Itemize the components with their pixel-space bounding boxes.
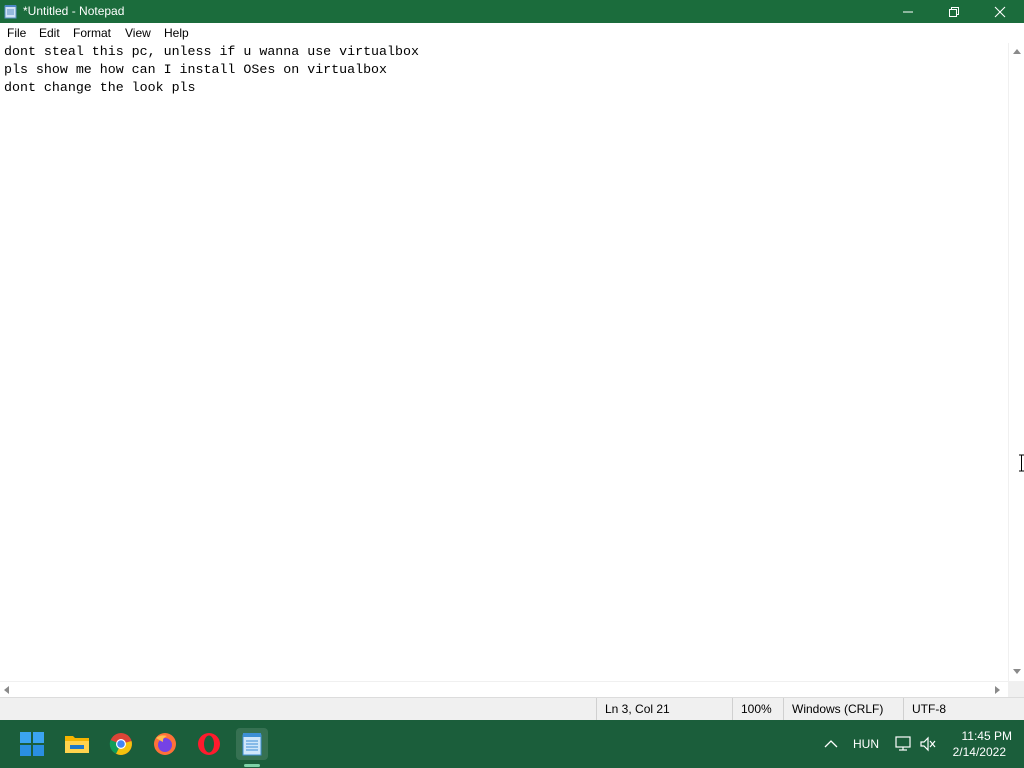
scroll-left-arrow-icon[interactable]: [4, 686, 9, 694]
input-language-indicator[interactable]: HUN: [853, 737, 879, 751]
text-editor[interactable]: dont steal this pc, unless if u wanna us…: [0, 43, 1008, 681]
text-line: dont change the look pls: [4, 80, 196, 95]
windows-logo-icon: [20, 732, 44, 756]
notepad-app-icon: [4, 5, 17, 19]
status-bar: Ln 3, Col 21 100% Windows (CRLF) UTF-8: [0, 697, 1024, 720]
clock-time[interactable]: 11:45 PM: [946, 729, 1012, 744]
notepad-taskbar-button[interactable]: [236, 728, 268, 760]
text-cursor-icon: [1019, 454, 1024, 472]
volume-muted-icon[interactable]: [918, 734, 938, 754]
text-line: pls show me how can I install OSes on vi…: [4, 62, 388, 77]
close-button[interactable]: [977, 0, 1023, 23]
menu-help[interactable]: Help: [164, 26, 189, 40]
show-hidden-icons-chevron-icon[interactable]: [822, 734, 840, 754]
scroll-right-arrow-icon[interactable]: [995, 686, 1000, 694]
network-icon[interactable]: [893, 734, 913, 754]
chrome-icon: [109, 733, 132, 755]
menu-format[interactable]: Format: [73, 26, 111, 40]
file-explorer-button[interactable]: [61, 728, 93, 760]
active-app-indicator: [244, 764, 260, 767]
start-button[interactable]: [16, 728, 48, 760]
desktop-screen: *Untitled - Notepad File Edit Format Vie…: [0, 0, 1024, 768]
vertical-scrollbar[interactable]: [1008, 43, 1024, 681]
status-line-ending: Windows (CRLF): [783, 698, 903, 720]
text-line: dont steal this pc, unless if u wanna us…: [4, 44, 419, 59]
opera-button[interactable]: [193, 728, 225, 760]
taskbar: HUN 11:45 PM 2/14/2022: [0, 720, 1024, 768]
menu-edit[interactable]: Edit: [39, 26, 60, 40]
status-encoding: UTF-8: [903, 698, 1024, 720]
scroll-down-arrow-icon[interactable]: [1013, 669, 1021, 674]
restore-button[interactable]: [931, 0, 977, 23]
scrollbar-corner: [1008, 681, 1024, 697]
status-zoom: 100%: [732, 698, 783, 720]
menu-view[interactable]: View: [125, 26, 151, 40]
horizontal-scrollbar[interactable]: [0, 681, 1008, 697]
scroll-up-arrow-icon[interactable]: [1013, 49, 1021, 54]
firefox-icon: [154, 733, 176, 755]
chrome-button[interactable]: [105, 728, 137, 760]
menu-bar: File Edit Format View Help: [0, 23, 1024, 43]
opera-icon: [198, 733, 220, 755]
title-bar[interactable]: *Untitled - Notepad: [0, 0, 1024, 23]
close-icon: [994, 6, 1006, 17]
firefox-button[interactable]: [149, 728, 181, 760]
minimize-icon: [903, 11, 913, 12]
folder-icon: [65, 736, 89, 753]
restore-icon: [949, 6, 959, 17]
notepad-icon: [242, 733, 262, 756]
status-cursor-position: Ln 3, Col 21: [596, 698, 732, 720]
clock-date[interactable]: 2/14/2022: [946, 745, 1006, 760]
minimize-button[interactable]: [885, 0, 931, 23]
menu-file[interactable]: File: [7, 26, 26, 40]
window-title: *Untitled - Notepad: [23, 4, 125, 18]
